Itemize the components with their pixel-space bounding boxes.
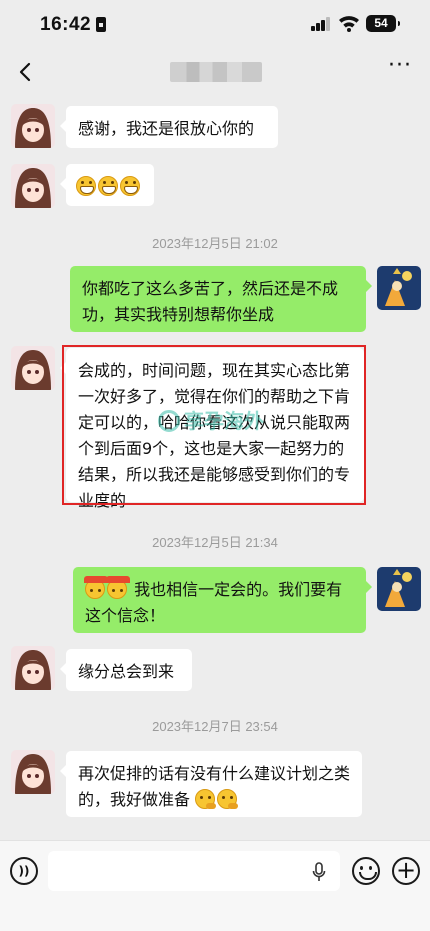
thinking-emoji-icon (195, 789, 217, 809)
message-bubble-incoming[interactable]: 缘分总会到来 (60, 649, 192, 691)
chat-header: ··· (0, 50, 430, 94)
chat-input-bar: )) + (0, 840, 430, 931)
wifi-icon (339, 16, 359, 32)
contact-avatar[interactable] (11, 346, 55, 390)
message-bubble-incoming[interactable]: 感谢，我还是很放心你的 (60, 106, 278, 148)
message-bubble-incoming[interactable] (60, 164, 154, 206)
voice-input-toggle-button[interactable]: )) (10, 857, 38, 885)
emoji-picker-button[interactable] (352, 857, 380, 885)
message-timestamp: 2023年12月7日 23:54 (152, 719, 278, 734)
cheer-emoji-icon (106, 576, 130, 599)
cellular-signal-icon (311, 17, 331, 31)
back-chevron-icon[interactable] (12, 57, 42, 87)
orientation-lock-icon (96, 17, 106, 32)
message-bubble-outgoing[interactable]: 你都吃了这么多苦了，然后还是不成功，其实我特别想帮你坐成 (70, 266, 372, 332)
contact-avatar[interactable] (11, 646, 55, 690)
self-avatar[interactable] (377, 567, 421, 611)
microphone-icon[interactable] (312, 862, 326, 882)
cheer-emoji-icon (84, 576, 108, 599)
message-bubble-incoming[interactable]: 会成的，时间问题，现在其实心态比第一次好多了，觉得在你们的帮助之下肯定可以的，哈… (60, 348, 364, 510)
message-timestamp: 2023年12月5日 21:02 (152, 236, 278, 251)
status-time: 16:42 (40, 14, 92, 35)
thinking-emoji-icon (217, 789, 239, 809)
status-bar: 16:42 54 (0, 0, 430, 50)
grinning-emoji-icon (76, 176, 96, 196)
contact-avatar[interactable] (11, 104, 55, 148)
more-options-icon[interactable]: ··· (388, 55, 412, 83)
message-timestamp: 2023年12月5日 21:34 (152, 535, 278, 550)
more-actions-plus-button[interactable]: + (392, 857, 420, 885)
self-avatar[interactable] (377, 266, 421, 310)
grinning-emoji-icon (120, 176, 140, 196)
message-bubble-outgoing[interactable]: 我也相信一定会的。我们要有这个信念！ (73, 567, 372, 633)
grinning-emoji-icon (98, 176, 118, 196)
battery-indicator: 54 (366, 15, 400, 32)
message-input[interactable] (48, 851, 340, 891)
contact-avatar[interactable] (11, 750, 55, 794)
contact-avatar[interactable] (11, 164, 55, 208)
chat-title-blurred (170, 62, 262, 82)
message-bubble-incoming[interactable]: 再次促排的话有没有什么建议计划之类的，我好做准备 (60, 751, 362, 817)
